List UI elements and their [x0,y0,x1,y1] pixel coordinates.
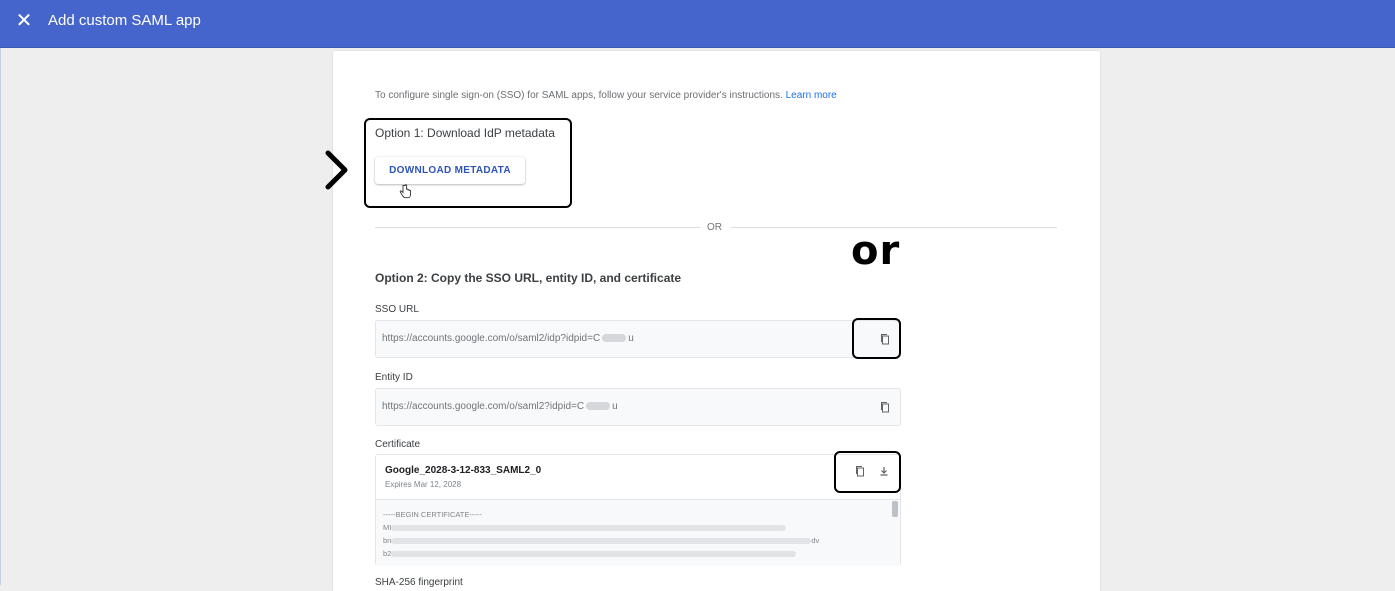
sha256-label: SHA-256 fingerprint [375,577,463,588]
intro-text: To configure single sign-on (SSO) for SA… [375,90,837,101]
certificate-line: b2 [383,549,797,558]
redacted-text [391,538,812,545]
certificate-name: Google_2028-3-12-833_SAML2_0 [385,465,542,476]
sso-url-label: SSO URL [375,304,419,315]
certificate-text-area[interactable]: -----BEGIN CERTIFICATE----- MI bn dv b2 [376,499,900,566]
option1-title: Option 1: Download IdP metadata [375,126,555,140]
close-icon[interactable]: ✕ [13,10,35,32]
certificate-label: Certificate [375,439,421,450]
or-annotation: or [851,228,901,274]
redacted-text [391,551,797,558]
chevron-right-icon [325,150,348,190]
scrollbar[interactable] [892,501,898,517]
certificate-begin-line: -----BEGIN CERTIFICATE----- [383,510,482,519]
download-metadata-button[interactable]: DOWNLOAD METADATA [375,157,525,184]
option2-title: Option 2: Copy the SSO URL, entity ID, a… [375,271,682,285]
app-header: ✕ Add custom SAML app [0,0,1395,48]
certificate-line: bn dv [383,536,820,545]
learn-more-link[interactable]: Learn more [786,90,837,101]
hand-cursor-icon [399,184,411,199]
certificate-line: MI [383,523,787,532]
redacted-text [391,525,787,532]
certificate-expiry: Expires Mar 12, 2028 [385,480,462,489]
left-rule [0,48,1,585]
redacted-text [602,334,627,343]
certificate-card: Google_2028-3-12-833_SAML2_0 Expires Mar… [375,454,901,566]
copy-icon[interactable] [879,401,891,413]
sso-copy-highlight-box [852,318,901,359]
divider-left [375,227,700,228]
sso-url-value: https://accounts.google.com/o/saml2/idp?… [382,333,634,344]
entity-id-label: Entity ID [375,372,413,383]
redacted-text [586,402,611,411]
intro-description: To configure single sign-on (SSO) for SA… [375,90,783,101]
divider-or-label: OR [707,222,722,233]
sso-url-field: https://accounts.google.com/o/saml2/idp?… [375,320,901,358]
certificate-actions-highlight-box [834,451,901,493]
entity-id-value: https://accounts.google.com/o/saml2?idpi… [382,401,618,412]
page-title: Add custom SAML app [48,12,201,29]
entity-id-field: https://accounts.google.com/o/saml2?idpi… [375,388,901,426]
